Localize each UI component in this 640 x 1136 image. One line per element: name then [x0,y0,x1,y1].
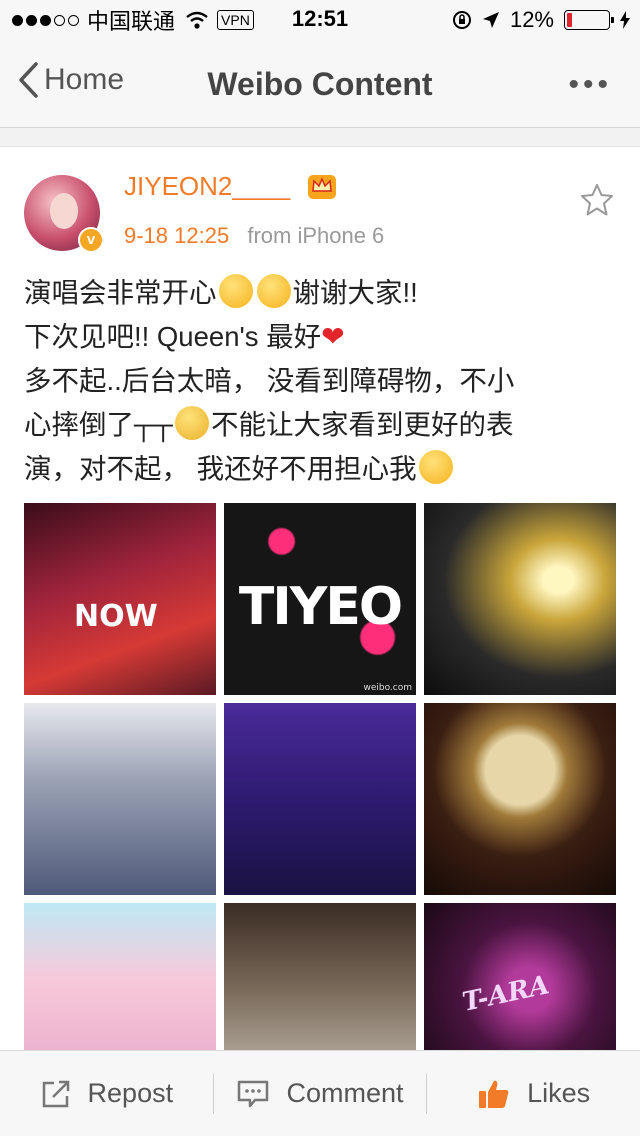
repost-label: Repost [87,1078,174,1108]
post-line-5: 演，对不起， 我还好不用担心我 [24,447,620,491]
post-line-4: 心摔倒了┬┬ 不能让大家看到更好的表 [24,403,620,447]
post-source: from iPhone 6 [247,223,385,248]
photo-thumbnail[interactable] [424,703,616,895]
photo-grid: NOW TIYEO weibo.com T-ARA [24,503,616,1050]
kiss-emoji-icon [218,274,253,308]
comment-label: Comment [286,1078,404,1108]
hug-emoji-icon [418,450,453,484]
likes-button[interactable]: Likes [427,1051,640,1136]
photo-thumbnail[interactable] [224,703,416,895]
photo-thumbnail[interactable] [224,903,416,1050]
likes-label: Likes [527,1078,591,1108]
post-line-1: 演唱会非常开心 谢谢大家!! [24,271,620,315]
comment-button[interactable]: Comment [214,1051,427,1136]
crown-badge-icon [308,175,336,199]
photo-thumbnail[interactable] [424,503,616,695]
vpn-badge: VPN [217,10,254,30]
post-card: v JIYEON2____ 9-18 12:25 from iPhone 6 演… [0,146,640,1050]
orientation-lock-icon [452,11,471,29]
page-title: Weibo Content [207,66,433,102]
more-options-button[interactable]: ••• [568,68,612,102]
wifi-icon [186,11,208,29]
photo-thumbnail[interactable] [24,903,216,1050]
action-toolbar: Repost Comment Likes [0,1050,640,1136]
signal-strength-icon [12,14,79,26]
thumbs-up-icon [479,1080,509,1108]
favorite-star-icon[interactable] [580,183,614,217]
repost-button[interactable]: Repost [0,1051,213,1136]
sad-emoji-icon [174,406,209,440]
post-text: 演唱会非常开心 谢谢大家!! 下次见吧!! Queen's 最好❤ 多不起..后台… [24,271,620,491]
location-icon [482,12,499,28]
post-time: 9-18 12:25 [124,223,230,248]
carrier-name: 中国联通 [87,9,176,34]
repost-icon [42,1080,69,1107]
post-line-3: 多不起..后台太暗， 没看到障碍物，不小 [24,365,515,396]
post-meta: 9-18 12:25 from iPhone 6 [124,223,384,249]
comment-icon [238,1080,269,1107]
kiss-emoji-icon [256,274,291,308]
battery-percent: 12% [509,7,554,32]
photo-thumbnail[interactable]: T-ARA [424,903,616,1050]
navigation-bar: Home Weibo Content ••• [0,40,640,128]
photo-thumbnail[interactable] [24,703,216,895]
heart-icon: ❤ [321,321,345,352]
photo-thumbnail[interactable]: NOW [24,503,216,695]
verified-badge-icon: v [78,227,104,253]
status-bar: 中国联通 VPN 12:51 12% [0,0,640,40]
post-line-2: 下次见吧!! Queen's 最好❤ [24,321,345,352]
photo-thumbnail[interactable]: TIYEO weibo.com [224,503,416,695]
battery-icon [564,10,614,30]
charging-icon [620,11,630,29]
author-name[interactable]: JIYEON2____ [124,171,290,202]
avatar[interactable]: v [24,175,104,253]
